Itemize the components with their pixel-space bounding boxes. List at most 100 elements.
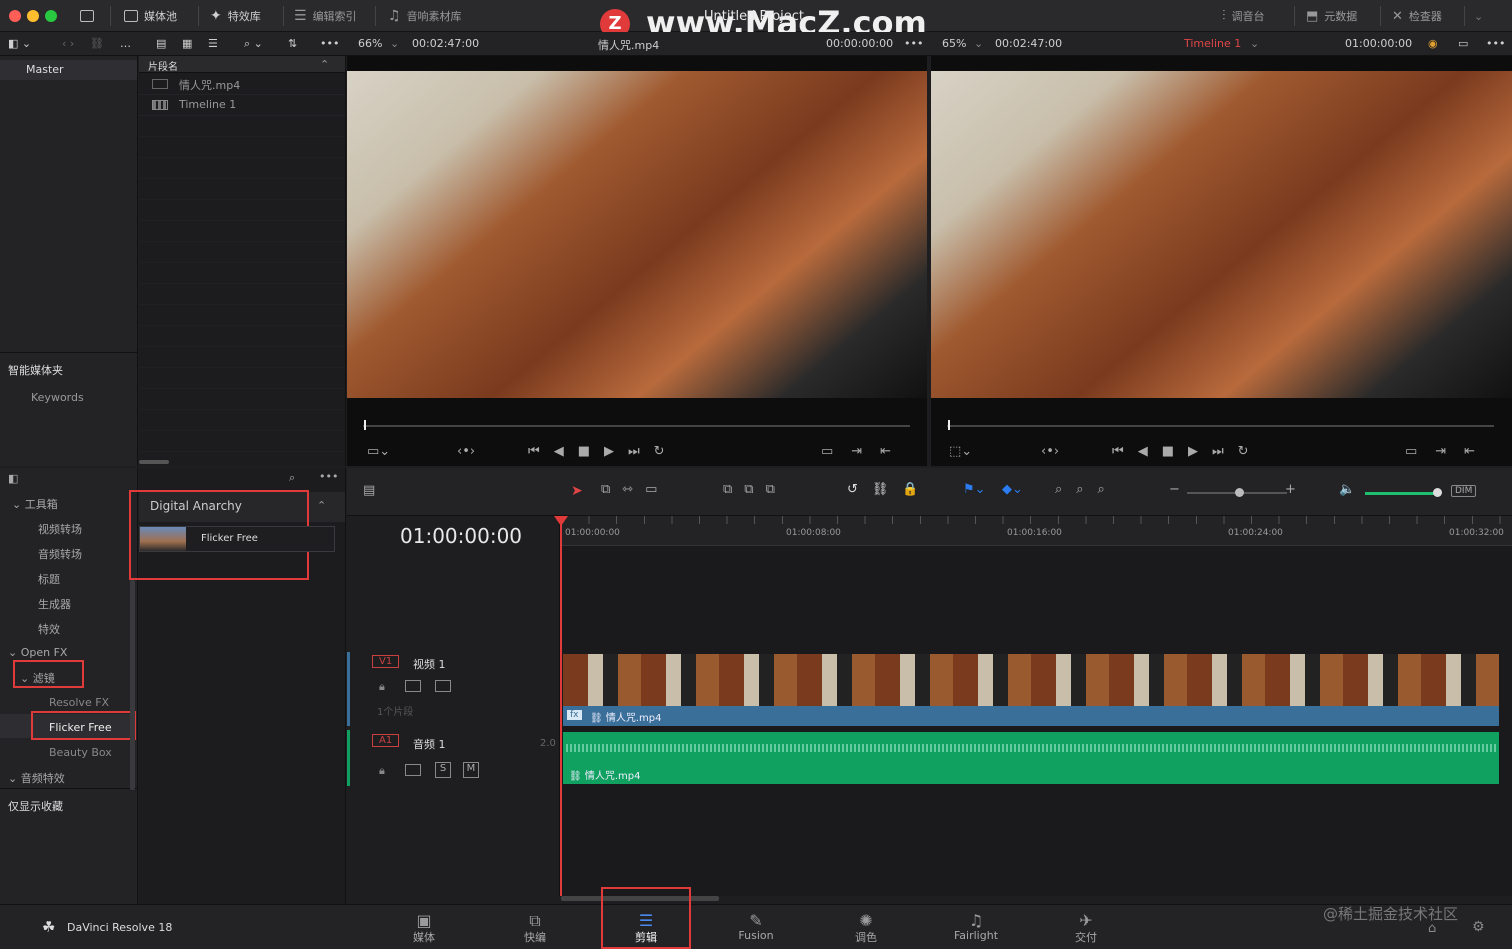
metadata-button[interactable]: ⬒ 元数据 [1306,6,1357,26]
edit-index-button[interactable]: ☰ 编辑索引 [294,6,357,26]
sort-icon[interactable]: ⇅ [288,37,297,50]
insert-controls[interactable]: ▭⇥⇤ [821,444,909,459]
auto-select-icon[interactable] [405,680,421,692]
tree-scrollbar[interactable] [130,580,135,790]
tree-titles[interactable]: 标题 [0,571,60,587]
source-scrubber[interactable] [363,425,910,427]
lock-icon[interactable]: 🔒︎ [379,680,385,694]
auto-select-icon[interactable] [405,764,421,776]
zoom-slider-handle[interactable] [1235,488,1244,497]
dim-button[interactable]: DIM [1451,485,1477,497]
page-edit[interactable]: ☰ 剪辑 [616,911,676,945]
source-clip-name[interactable]: 情人咒.mp4 [598,37,659,53]
source-options-icon[interactable]: ••• [904,37,923,50]
source-zoom[interactable]: 66% [358,37,382,50]
volume-icon[interactable]: 🔈 [1339,482,1355,497]
viewer-mode-icon[interactable]: ▭ [1458,37,1468,50]
media-pool-button[interactable]: 媒体池 [124,6,177,26]
timeline-ruler[interactable]: 01:00:00:00 01:00:08:00 01:00:16:00 01:0… [561,516,1512,546]
nav-arrows-icon[interactable]: ‹ › [62,37,74,50]
page-fusion[interactable]: ✎ Fusion [726,911,786,942]
bin-master[interactable]: Master [0,60,137,80]
zoom-out-icon[interactable]: − [1169,482,1180,497]
timeline-scrubber[interactable] [947,425,1494,427]
source-playhead[interactable] [364,420,366,430]
audio-clip[interactable] [563,732,1499,784]
scrollbar[interactable] [139,460,169,464]
workspace-icon[interactable] [80,6,94,26]
minimize-window-button[interactable] [27,10,39,22]
page-cut[interactable]: ⧉ 快编 [505,911,565,945]
snap-link-lock-tools[interactable]: ↺⛓🔒 [847,482,933,497]
sort-up-icon[interactable]: ⌃ [320,58,329,71]
playhead-handle[interactable] [554,516,568,526]
timeline-zoom[interactable]: 65% [942,37,966,50]
timeline-name[interactable]: Timeline 1 [1184,37,1241,50]
tree-audio-transitions[interactable]: 音频转场 [0,546,82,562]
tree-resolve-fx[interactable]: Resolve FX [0,696,109,709]
tree-open-fx[interactable]: ⌄ Open FX [0,646,67,659]
options-icon[interactable]: ••• [319,470,338,483]
effects-library-button[interactable]: ✦ 特效库 [210,6,261,26]
a1-track-id[interactable]: A1 [372,734,400,747]
jog-icon[interactable]: ‹•› [1041,444,1059,459]
media-item-timeline[interactable]: Timeline 1 [139,95,345,116]
trim-tools[interactable]: ⧉⇿▭ [601,482,669,497]
panel-toggle-icon[interactable]: ◧ [8,472,18,485]
tree-beauty-box[interactable]: Beauty Box [0,746,112,759]
options-icon[interactable]: ••• [320,37,339,50]
list-view-icon[interactable]: ☰ [208,37,218,50]
lock-icon[interactable]: 🔒︎ [379,764,385,778]
disable-track-icon[interactable] [435,680,451,692]
home-icon[interactable]: ⌂ [1428,921,1436,936]
metadata-view-icon[interactable]: ▤ [156,37,166,50]
solo-button[interactable]: S [435,762,451,778]
page-fairlight[interactable]: ♫ Fairlight [946,911,1006,942]
tree-audio-fx[interactable]: ⌄ 音频特效 [0,770,65,786]
sound-library-button[interactable]: ♫ 音响素材库 [388,6,462,26]
search-icon[interactable]: ⌕ [289,471,295,485]
tree-filters[interactable]: ⌄ 滤镜 [0,670,55,686]
inspector-button[interactable]: ✕ 检查器 [1392,6,1442,26]
mute-button[interactable]: M [463,762,479,778]
mixer-button[interactable]: ⫶ 调音台 [1222,6,1265,26]
panel-layout-icon[interactable]: ◧ ⌄ [8,37,31,50]
tree-generators[interactable]: 生成器 [0,596,71,612]
zoom-tools[interactable]: ⌕⌕⌕ [1055,482,1119,497]
color-wheel-icon[interactable]: ◉ [1428,37,1438,50]
media-item-clip[interactable]: 情人咒.mp4 [139,74,345,95]
tree-video-transitions[interactable]: 视频转场 [0,521,82,537]
transport-controls[interactable]: ⏮◀■▶⏭↻ [1112,444,1263,459]
match-frame-controls[interactable]: ▭⇥⇤ [1405,444,1493,459]
jog-icon[interactable]: ‹•› [457,444,475,459]
close-window-button[interactable] [9,10,21,22]
timeline-viewer-playhead[interactable] [948,420,950,430]
zoom-in-icon[interactable]: + [1285,482,1296,497]
timeline-view-options-icon[interactable]: ▤ [363,483,375,498]
safe-area-icon[interactable]: ⬚⌄ [949,444,972,459]
page-deliver[interactable]: ✈ 交付 [1056,911,1116,945]
tree-flicker-free[interactable]: Flicker Free [0,721,112,734]
maximize-window-button[interactable] [45,10,57,22]
settings-gear-icon[interactable]: ⚙ [1472,919,1485,935]
marker-icon[interactable]: ◆⌄ [1002,482,1023,497]
column-header-clip-name[interactable]: 片段名 [139,56,345,73]
tree-effects[interactable]: 特效 [0,621,60,637]
zoom-chevron-icon[interactable]: ⌄ [974,37,983,50]
collapse-up-icon[interactable]: ⌃ [317,499,326,512]
search-icon[interactable]: ⌕ ⌄ [244,37,263,51]
tree-toolbox[interactable]: ⌄ 工具箱 [0,496,58,512]
flag-icon[interactable]: ⚑⌄ [963,482,986,497]
selection-tool-icon[interactable]: ➤ [571,483,583,499]
zoom-chevron-icon[interactable]: ⌄ [390,37,399,50]
v1-track-id[interactable]: V1 [372,655,400,668]
volume-handle[interactable] [1433,488,1442,497]
page-color[interactable]: ✺ 调色 [836,911,896,945]
link-icon[interactable]: ⛓ [90,37,104,50]
transport-controls[interactable]: ⏮◀■▶⏭↻ [528,444,679,459]
edit-tools[interactable]: ⧉⧉⧉ [723,482,787,497]
page-media[interactable]: ▣ 媒体 [394,911,454,945]
smart-bin-keywords[interactable]: Keywords [31,391,84,404]
volume-slider[interactable] [1365,492,1437,495]
more-icon[interactable]: … [120,37,131,50]
